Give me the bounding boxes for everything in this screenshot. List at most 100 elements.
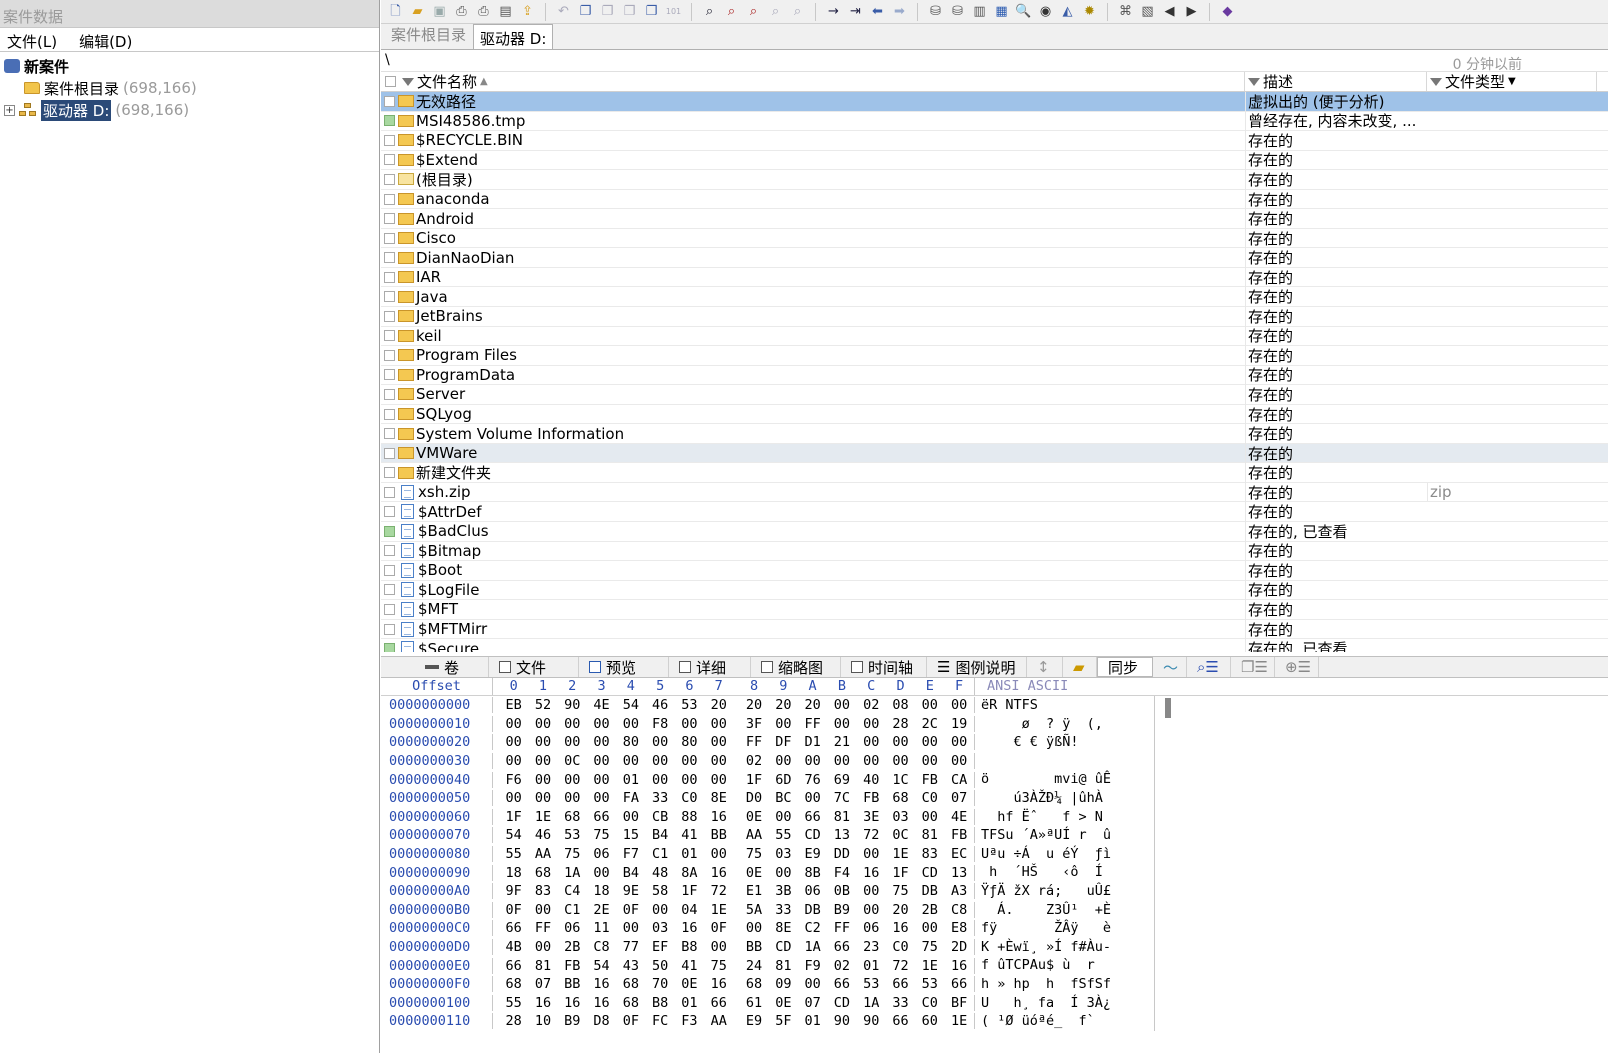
hex-byte[interactable]: 00 (944, 697, 973, 713)
hex-byte[interactable]: 90 (827, 1013, 856, 1029)
hex-byte[interactable]: 75 (558, 846, 587, 862)
hex-byte[interactable]: 2E (587, 902, 616, 918)
hex-byte[interactable]: 54 (499, 827, 528, 843)
row-checkbox[interactable] (384, 525, 395, 537)
hex-row[interactable]: 0000000010 00 00 00 00 00 F8 00 00 3F 00 FF 00 00 28 2C… (381, 714, 1608, 734)
forward-icon[interactable]: ➡ (891, 3, 908, 20)
search-hex-values-icon[interactable]: ⌕ (745, 3, 762, 20)
hex-byte[interactable]: 33 (769, 902, 798, 918)
hex-byte[interactable]: 00 (944, 753, 973, 769)
hex-byte[interactable]: 16 (675, 920, 704, 936)
hex-byte[interactable]: F4 (827, 865, 856, 881)
hex-byte[interactable]: 00 (857, 846, 886, 862)
hex-byte[interactable]: 4B (499, 939, 528, 955)
hex-byte[interactable]: 00 (587, 716, 616, 732)
table-row[interactable]: ProgramData 存在的 (381, 364, 1608, 386)
disk-image-icon[interactable]: ⛁ (949, 3, 966, 20)
hex-byte[interactable]: 5A (739, 902, 768, 918)
hex-byte[interactable]: 41 (675, 958, 704, 974)
block-end-icon[interactable]: ▶ (1183, 3, 1200, 20)
hex-row[interactable]: 00000000A0 9F 83 C4 18 9E 58 1F 72 E1 3B 06 0B 00 75 DB… (381, 881, 1608, 901)
table-row[interactable]: 新建文件夹 存在的 (381, 462, 1608, 484)
hex-byte[interactable]: 80 (616, 734, 645, 750)
hex-byte[interactable]: 20 (769, 697, 798, 713)
row-checkbox[interactable] (384, 252, 395, 264)
hex-byte[interactable]: 46 (645, 697, 674, 713)
hex-byte[interactable]: 00 (857, 883, 886, 899)
hex-byte[interactable]: D8 (587, 1013, 616, 1029)
tree-node-case-root[interactable]: 案件根目录 (698,166) (4, 77, 375, 99)
hex-byte[interactable]: 68 (616, 976, 645, 992)
hex-byte[interactable]: 55 (499, 995, 528, 1011)
hex-row[interactable]: 0000000100 55 16 16 16 68 B8 01 66 61 0E 07 CD 1A 33 C0… (381, 993, 1608, 1013)
hex-row[interactable]: 00000000E0 66 81 FB 54 43 50 41 75 24 81 F9 02 01 72 1E… (381, 956, 1608, 975)
hex-byte[interactable]: 1F (675, 883, 704, 899)
paste-special-icon[interactable]: ❐ (621, 3, 638, 20)
table-row[interactable]: MSI48586.tmp 曾经存在, 内容未改变, ... (381, 110, 1608, 132)
hex-byte[interactable]: 54 (587, 958, 616, 974)
paste-icon[interactable]: ❐ (599, 3, 616, 20)
hex-byte[interactable]: FF (798, 716, 827, 732)
row-checkbox[interactable] (384, 95, 395, 107)
hex-byte[interactable]: 00 (528, 734, 557, 750)
hex-byte[interactable]: EC (944, 846, 973, 862)
hex-byte[interactable]: 11 (587, 920, 616, 936)
hex-byte[interactable]: BB (704, 827, 733, 843)
panel-icon[interactable]: ▧ (1139, 3, 1156, 20)
hex-byte[interactable]: 24 (739, 958, 768, 974)
row-checkbox[interactable] (384, 545, 395, 557)
row-checkbox[interactable] (384, 447, 395, 459)
hex-byte[interactable]: 83 (528, 883, 557, 899)
tab-case-root[interactable]: 案件根目录 (384, 20, 473, 49)
hex-byte[interactable]: 00 (769, 865, 798, 881)
expand-icon[interactable]: + (4, 104, 15, 116)
hex-row[interactable]: 00000000C0 66 FF 06 11 00 03 16 0F 00 8E C2 FF 06 16 00… (381, 919, 1608, 938)
hex-byte[interactable]: B4 (616, 865, 645, 881)
hex-byte[interactable]: AA (528, 846, 557, 862)
search-hex-icon[interactable]: ⌕ (723, 3, 740, 20)
hex-byte[interactable]: 66 (827, 939, 856, 955)
row-checkbox[interactable] (384, 213, 395, 225)
table-row[interactable]: System Volume Information 存在的 (381, 423, 1608, 445)
hex-byte[interactable]: CD (798, 827, 827, 843)
hex-byte[interactable]: BF (944, 995, 973, 1011)
hex-byte[interactable]: 00 (645, 772, 674, 788)
undo-icon[interactable]: ↶ (555, 3, 572, 20)
hex-byte[interactable]: 3B (769, 883, 798, 899)
hex-byte[interactable]: BC (769, 790, 798, 806)
hex-row[interactable]: 00000000B0 0F 00 C1 2E 0F 00 04 1E 5A 33 DB B9 00 20 2B… (381, 900, 1608, 920)
filter-icon[interactable] (1248, 77, 1260, 86)
hex-byte[interactable]: 1F (739, 772, 768, 788)
tab-legend[interactable]: ☰ 图例说明 (927, 657, 1027, 677)
hex-byte[interactable]: 66 (499, 920, 528, 936)
table-row[interactable]: $Boot 存在的 (381, 559, 1608, 581)
hex-byte[interactable]: 6D (769, 772, 798, 788)
hex-byte[interactable]: 00 (616, 920, 645, 936)
hex-byte[interactable]: E9 (739, 1013, 768, 1029)
hex-byte[interactable]: 7C (827, 790, 856, 806)
menu-file[interactable]: 文件(L) (7, 31, 57, 51)
hex-byte[interactable]: 00 (645, 902, 674, 918)
hex-byte[interactable]: 72 (857, 827, 886, 843)
table-row[interactable]: keil 存在的 (381, 325, 1608, 347)
hex-row[interactable]: 0000000080 55 AA 75 06 F7 C1 01 00 75 03 E9 DD 00 1E 83… (381, 844, 1608, 864)
folder-sync-icon[interactable]: ▰ (1063, 657, 1097, 677)
hex-byte[interactable]: 68 (739, 976, 768, 992)
hex-byte[interactable]: C0 (915, 995, 944, 1011)
hex-byte[interactable]: 75 (886, 883, 915, 899)
calculator-icon[interactable]: ▦ (993, 3, 1010, 20)
hex-byte[interactable]: 0B (827, 883, 856, 899)
hex-byte[interactable]: 03 (886, 809, 915, 825)
print-icon[interactable]: ⎙ (453, 3, 470, 20)
hex-byte[interactable]: 00 (528, 939, 557, 955)
hex-byte[interactable]: B9 (558, 1013, 587, 1029)
table-row[interactable]: $RECYCLE.BIN 存在的 (381, 129, 1608, 151)
row-checkbox[interactable] (384, 623, 395, 635)
hex-byte[interactable]: 43 (616, 958, 645, 974)
export-icon[interactable]: ⇪ (519, 3, 536, 20)
hex-byte[interactable]: 90 (558, 697, 587, 713)
replace-text-icon[interactable]: ⌕ (767, 3, 784, 20)
hex-byte[interactable]: 70 (645, 976, 674, 992)
hex-byte[interactable]: 00 (886, 753, 915, 769)
hex-byte[interactable]: 2C (915, 716, 944, 732)
